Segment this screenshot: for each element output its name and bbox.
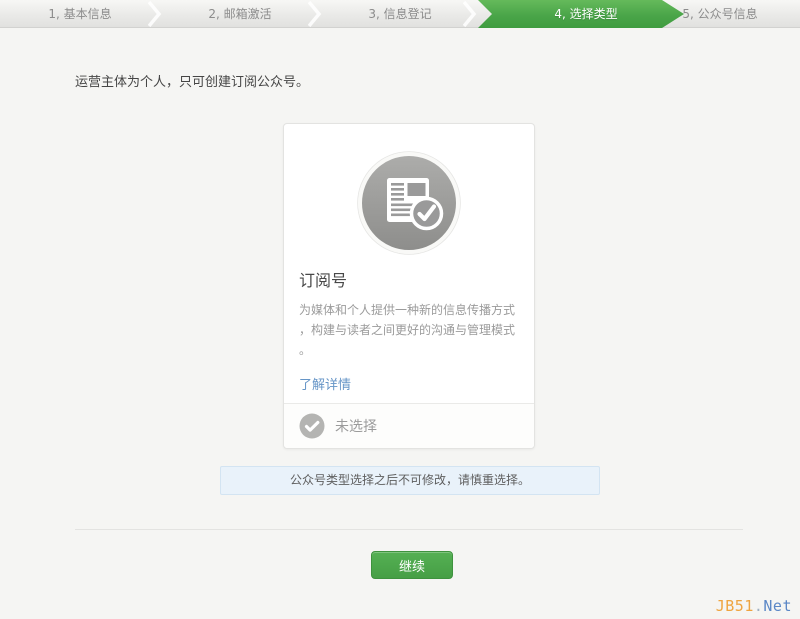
card-title: 订阅号 (299, 267, 519, 291)
step-progress-bar: 1, 基本信息 2, 邮箱激活 3, 信息登记 5, 公众号信息 4, 选择类型 (0, 0, 800, 28)
watermark-site: JB51 (716, 597, 754, 615)
intro-text: 运营主体为个人，只可创建订阅公众号。 (75, 71, 309, 90)
account-type-card-subscription[interactable]: 订阅号 为媒体和个人提供一种新的信息传播方式 ，构建与读者之间更好的沟通与管理模… (283, 123, 535, 449)
step-basic-info: 1, 基本信息 (0, 0, 160, 28)
check-circle-icon (299, 413, 325, 439)
card-description-line: 为媒体和个人提供一种新的信息传播方式 (299, 300, 521, 320)
watermark-dot: . (754, 597, 764, 615)
card-description-line: ，构建与读者之间更好的沟通与管理模式 (299, 320, 521, 340)
step-select-type-active: 4, 选择类型 (478, 0, 684, 28)
registration-wizard-page: 1, 基本信息 2, 邮箱激活 3, 信息登记 5, 公众号信息 4, 选择类型… (0, 0, 800, 619)
card-selection-row[interactable]: 未选择 (284, 403, 534, 448)
bottom-divider (75, 529, 743, 530)
selection-status-label: 未选择 (335, 416, 377, 436)
chevron-separator-icon (463, 0, 477, 28)
details-link[interactable]: 了解详情 (299, 374, 351, 393)
type-change-notice: 公众号类型选择之后不可修改，请慎重选择。 (220, 466, 600, 495)
site-watermark: JB51.Net (716, 597, 792, 615)
chevron-separator-icon (308, 0, 322, 28)
continue-button[interactable]: 继续 (371, 551, 453, 579)
card-description: 为媒体和个人提供一种新的信息传播方式 ，构建与读者之间更好的沟通与管理模式 。 (299, 300, 521, 360)
subscription-article-check-icon (357, 151, 461, 255)
step-info-registration: 3, 信息登记 (320, 0, 480, 28)
watermark-tld: Net (763, 597, 792, 615)
card-description-line: 。 (299, 340, 521, 360)
step-email-activation: 2, 邮箱激活 (160, 0, 320, 28)
chevron-separator-icon (148, 0, 162, 28)
